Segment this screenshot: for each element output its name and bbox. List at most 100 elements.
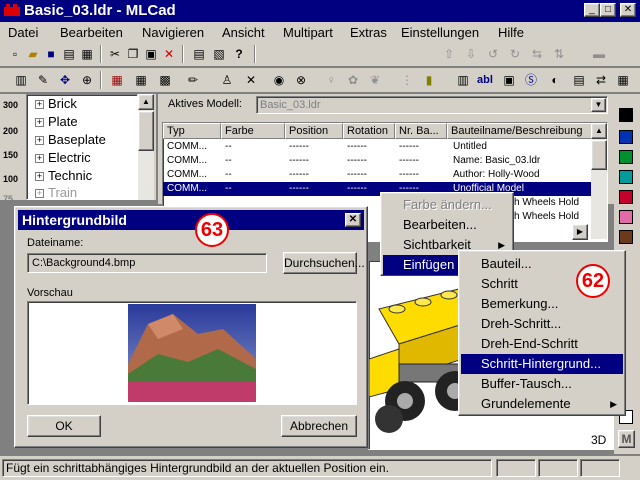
close-button[interactable]: ✕ (620, 3, 636, 17)
palette-swatch[interactable] (619, 108, 633, 122)
menu-einstellungen[interactable]: Einstellungen (401, 25, 479, 40)
more-colors-button[interactable]: M (618, 430, 635, 448)
tree-item-plate[interactable]: + Plate (35, 114, 78, 129)
palette-swatch[interactable] (619, 230, 633, 244)
tree-item-baseplate[interactable]: + Baseplate (35, 132, 106, 147)
ghost-icon[interactable]: ◐ (546, 71, 564, 89)
brick-icon[interactable]: ▬ (590, 45, 608, 63)
menu-item-dreh-end-schritt[interactable]: Dreh-End-Schritt (461, 334, 623, 354)
menu-item-farbe-aendern[interactable]: Farbe ändern... (383, 195, 511, 215)
model-properties-icon[interactable]: ▤ (190, 45, 208, 63)
active-model-select[interactable]: Basic_03.ldr ▼ (256, 96, 608, 114)
tree-item-technic[interactable]: + Technic (35, 168, 92, 183)
flip-icon[interactable]: ⇅ (550, 45, 568, 63)
step-end-icon[interactable]: ⊗ (292, 71, 310, 89)
tree-scrollbar[interactable]: ▲ (138, 94, 154, 200)
col-position[interactable]: Position (285, 123, 343, 139)
minimize-button[interactable]: _ (584, 3, 600, 17)
move-icon[interactable]: ✥ (56, 71, 74, 89)
menu-item-dreh-schritt[interactable]: Dreh-Schritt... (461, 314, 623, 334)
grid-medium-icon[interactable]: ▦ (132, 71, 150, 89)
zoom-200[interactable]: 200 (3, 126, 18, 136)
file-icon[interactable]: ▦ (614, 71, 632, 89)
menu-navigieren[interactable]: Navigieren (142, 25, 204, 40)
menu-hilfe[interactable]: Hilfe (498, 25, 524, 40)
menu-item-schritt-hintergrund[interactable]: Schritt-Hintergrund... (461, 354, 623, 374)
brick-group-icon[interactable]: ▮ (420, 71, 438, 89)
chevron-down-icon[interactable]: ▼ (591, 98, 606, 112)
menu-multipart[interactable]: Multipart (283, 25, 333, 40)
scroll-thumb[interactable] (591, 140, 607, 170)
properties-icon[interactable]: ▦ (78, 45, 96, 63)
table-row[interactable]: COMM... -- ------ ------ ------ Untitled (163, 140, 591, 154)
scroll-up-icon[interactable]: ▲ (591, 123, 607, 139)
zoom-100[interactable]: 100 (3, 174, 18, 184)
export-icon[interactable]: ▤ (570, 71, 588, 89)
menu-bearbeiten[interactable]: Bearbeiten (60, 25, 123, 40)
palette-swatch[interactable] (619, 130, 633, 144)
model-icon[interactable]: ▥ (12, 71, 30, 89)
menu-item-buffer-tausch[interactable]: Buffer-Tausch... (461, 374, 623, 394)
paste-icon[interactable]: ▣ (142, 45, 160, 63)
table-row[interactable]: COMM... -- ------ ------ ------ Unofficial Mo… (163, 182, 591, 196)
col-nr[interactable]: Nr. Ba... (395, 123, 447, 139)
save-icon[interactable]: ■ (42, 45, 60, 63)
menu-extras[interactable]: Extras (350, 25, 387, 40)
menu-item-grundelemente[interactable]: Grundelemente ▶ (461, 394, 623, 414)
palette-swatch[interactable] (619, 170, 633, 184)
palette-swatch[interactable] (619, 210, 633, 224)
palette-swatch[interactable] (619, 150, 633, 164)
move-down-icon[interactable]: ⇩ (462, 45, 480, 63)
search-icon[interactable]: Ⓢ (522, 71, 540, 89)
text-icon[interactable]: abl (476, 71, 494, 89)
rotate-right-icon[interactable]: ↻ (506, 45, 524, 63)
browse-button[interactable]: Durchsuchen... (283, 252, 365, 274)
zoom-150[interactable]: 150 (3, 150, 18, 160)
scroll-thumb[interactable] (138, 111, 154, 151)
step-icon[interactable]: ◉ (270, 71, 288, 89)
filename-field[interactable]: C:\Background4.bmp (27, 253, 267, 273)
col-typ[interactable]: Typ (163, 123, 221, 139)
menu-datei[interactable]: Datei (8, 25, 38, 40)
grid-snap-icon[interactable]: ⋮ (398, 71, 416, 89)
open-icon[interactable]: ▰ (24, 45, 42, 63)
delete-icon[interactable]: ✕ (160, 45, 178, 63)
grid-fine-icon[interactable]: ▩ (156, 71, 174, 89)
zoom-75[interactable]: 75 (3, 194, 13, 204)
grid-coarse-icon[interactable]: ▦ (108, 71, 126, 89)
help-icon[interactable]: ? (230, 45, 248, 63)
table-row[interactable]: COMM... -- ------ ------ ------ Author: Holly… (163, 168, 591, 182)
bulb-icon[interactable]: ♀ (322, 71, 340, 89)
gear-icon[interactable]: ✿ (344, 71, 362, 89)
tree-item-train[interactable]: + Train (35, 185, 77, 200)
tree-item-brick[interactable]: + Brick (35, 96, 77, 111)
new-file-icon[interactable]: ▫ (6, 45, 24, 63)
palette-swatch[interactable] (619, 190, 633, 204)
edit-icon[interactable]: ✎ (34, 71, 52, 89)
paint-icon[interactable]: ❦ (366, 71, 384, 89)
copy-icon[interactable]: ❐ (124, 45, 142, 63)
properties-edit-icon[interactable]: ▧ (210, 45, 228, 63)
group-icon[interactable]: ▥ (454, 71, 472, 89)
print-icon[interactable]: ▤ (60, 45, 78, 63)
scroll-right-icon[interactable]: ▶ (572, 224, 588, 240)
menu-ansicht[interactable]: Ansicht (222, 25, 265, 40)
col-rotation[interactable]: Rotation (343, 123, 395, 139)
col-description[interactable]: Bauteilname/Beschreibung (447, 123, 593, 139)
rotate-left-icon[interactable]: ↺ (484, 45, 502, 63)
ok-button[interactable]: OK (27, 415, 101, 437)
tree-item-electric[interactable]: + Electric (35, 150, 91, 165)
color-icon[interactable]: ✏ (184, 71, 202, 89)
maximize-button[interactable]: □ (600, 3, 616, 17)
cross-icon[interactable]: ✕ (242, 71, 260, 89)
mirror-icon[interactable]: ⇆ (528, 45, 546, 63)
dialog-close-icon[interactable]: ✕ (345, 213, 361, 227)
col-farbe[interactable]: Farbe (221, 123, 285, 139)
background-icon[interactable]: ▣ (500, 71, 518, 89)
minifig-icon[interactable]: ♙ (218, 71, 236, 89)
table-row[interactable]: COMM... -- ------ ------ ------ Name: Basic_0… (163, 154, 591, 168)
move-up-icon[interactable]: ⇧ (440, 45, 458, 63)
cancel-button[interactable]: Abbrechen (281, 415, 357, 437)
scroll-up-icon[interactable]: ▲ (138, 94, 154, 110)
buffer-icon[interactable]: ⇄ (592, 71, 610, 89)
